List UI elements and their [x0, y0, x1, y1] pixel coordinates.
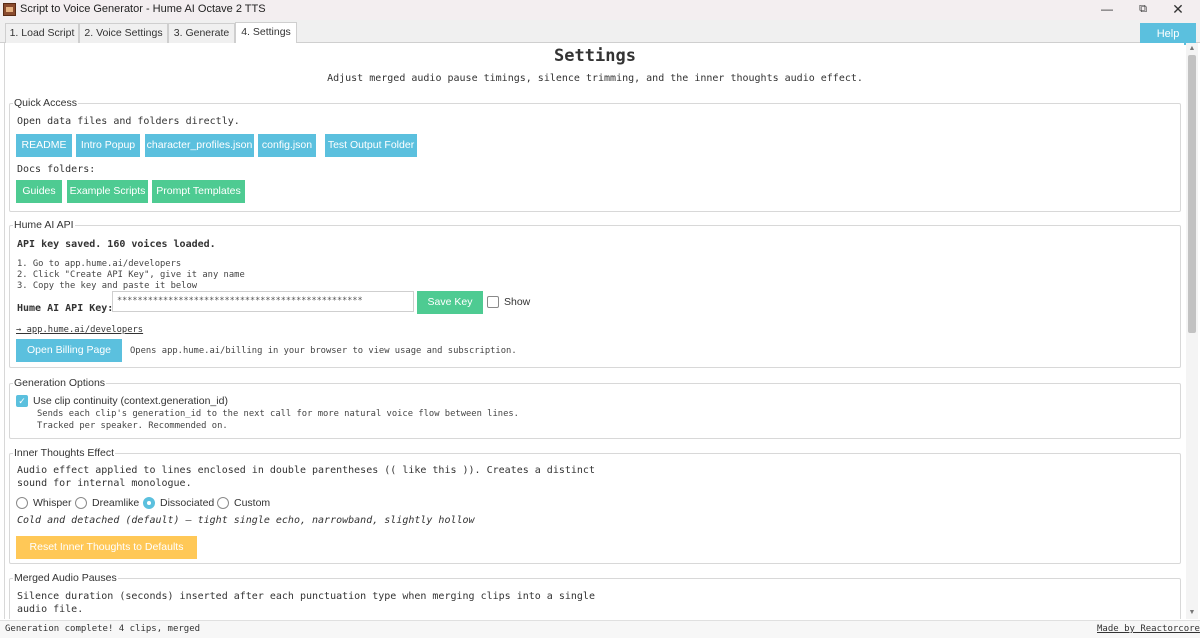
selected-effect-description: Cold and detached (default) — tight sing…	[17, 515, 475, 526]
merged-pauses-description-1: Silence duration (seconds) inserted afte…	[17, 591, 595, 602]
page-title: Settings	[554, 46, 636, 66]
quick-access-section: Quick Access Open data files and folders…	[9, 97, 1181, 212]
minimize-icon[interactable]: —	[1089, 0, 1125, 20]
hume-api-legend: Hume AI API	[13, 219, 75, 232]
settings-panel: Settings Adjust merged audio pause timin…	[4, 43, 1184, 619]
tab-load-script[interactable]: 1. Load Script	[5, 23, 79, 43]
inner-thoughts-legend: Inner Thoughts Effect	[13, 447, 116, 460]
config-json-button[interactable]: config.json	[258, 134, 316, 157]
reset-inner-thoughts-button[interactable]: Reset Inner Thoughts to Defaults	[16, 536, 197, 559]
radio-whisper-label: Whisper	[33, 497, 72, 509]
api-status: API key saved. 160 voices loaded.	[17, 239, 216, 250]
character-profiles-button[interactable]: character_profiles.json	[145, 134, 254, 157]
tab-bar: 1. Load Script 2. Voice Settings 3. Gene…	[0, 20, 1200, 44]
example-scripts-button[interactable]: Example Scripts	[67, 180, 148, 203]
radio-dissociated-label: Dissociated	[160, 497, 215, 509]
inner-thoughts-description-2: sound for internal monologue.	[17, 478, 192, 489]
radio-whisper[interactable]	[16, 497, 28, 509]
billing-note: Opens app.hume.ai/billing in your browse…	[130, 346, 517, 356]
merged-pauses-section: Merged Audio Pauses Silence duration (se…	[9, 572, 1181, 619]
tab-settings[interactable]: 4. Settings	[235, 22, 297, 44]
clip-continuity-checkbox[interactable]: ✓	[16, 395, 28, 407]
close-icon[interactable]: ✕	[1160, 0, 1196, 20]
intro-popup-button[interactable]: Intro Popup	[76, 134, 140, 157]
radio-dreamlike-label: Dreamlike	[92, 497, 140, 509]
api-step-1: 1. Go to app.hume.ai/developers	[17, 259, 182, 269]
test-output-folder-button[interactable]: Test Output Folder	[325, 134, 417, 157]
radio-custom-label: Custom	[234, 497, 271, 509]
scrollbar-thumb[interactable]	[1188, 55, 1196, 333]
scroll-up-icon[interactable]: ▲	[1186, 43, 1198, 55]
page-subtitle: Adjust merged audio pause timings, silen…	[327, 73, 863, 84]
api-key-label: Hume AI API Key:	[17, 303, 114, 314]
guides-button[interactable]: Guides	[16, 180, 62, 203]
open-billing-button[interactable]: Open Billing Page	[16, 339, 122, 362]
radio-dissociated[interactable]	[143, 497, 155, 509]
window-title: Script to Voice Generator - Hume AI Octa…	[20, 3, 266, 15]
continuity-description-1: Sends each clip's generation_id to the n…	[37, 409, 519, 419]
generation-options-legend: Generation Options	[13, 377, 107, 390]
status-bar: Generation complete! 4 clips, merged Mad…	[0, 620, 1200, 638]
docs-folders-label: Docs folders:	[17, 164, 96, 175]
api-key-input[interactable]: ****************************************…	[112, 291, 414, 312]
developers-link[interactable]: → app.hume.ai/developers	[16, 325, 143, 335]
save-key-button[interactable]: Save Key	[417, 291, 483, 314]
vertical-scrollbar[interactable]: ▲ ▼	[1186, 43, 1198, 619]
radio-dreamlike[interactable]	[75, 497, 87, 509]
readme-button[interactable]: README	[16, 134, 72, 157]
show-key-label: Show	[504, 296, 531, 308]
quick-access-legend: Quick Access	[13, 97, 79, 110]
clip-continuity-label: Use clip continuity (context.generation_…	[33, 395, 228, 407]
quick-access-intro: Open data files and folders directly.	[17, 116, 240, 127]
generation-options-section: Generation Options ✓ Use clip continuity…	[9, 377, 1181, 439]
inner-thoughts-section: Inner Thoughts Effect Audio effect appli…	[9, 447, 1181, 564]
api-step-2: 2. Click "Create API Key", give it any n…	[17, 270, 245, 280]
credit-link[interactable]: Made by Reactorcore	[1097, 624, 1200, 634]
merged-pauses-legend: Merged Audio Pauses	[13, 572, 118, 585]
merged-pauses-description-2: audio file.	[17, 604, 84, 615]
app-icon	[3, 3, 16, 16]
hume-api-section: Hume AI API API key saved. 160 voices lo…	[9, 219, 1181, 368]
restore-icon[interactable]: ⧉	[1125, 0, 1161, 20]
radio-custom[interactable]	[217, 497, 229, 509]
show-key-checkbox[interactable]	[487, 296, 499, 308]
help-button[interactable]: Help	[1140, 23, 1196, 45]
scroll-down-icon[interactable]: ▼	[1186, 607, 1198, 619]
tab-voice-settings[interactable]: 2. Voice Settings	[79, 23, 168, 43]
api-step-3: 3. Copy the key and paste it below	[17, 281, 198, 291]
title-bar: Script to Voice Generator - Hume AI Octa…	[0, 0, 1200, 20]
tab-generate[interactable]: 3. Generate	[168, 23, 235, 43]
prompt-templates-button[interactable]: Prompt Templates	[152, 180, 245, 203]
inner-thoughts-description-1: Audio effect applied to lines enclosed i…	[17, 465, 595, 476]
continuity-description-2: Tracked per speaker. Recommended on.	[37, 421, 228, 431]
status-message: Generation complete! 4 clips, merged	[5, 624, 201, 634]
